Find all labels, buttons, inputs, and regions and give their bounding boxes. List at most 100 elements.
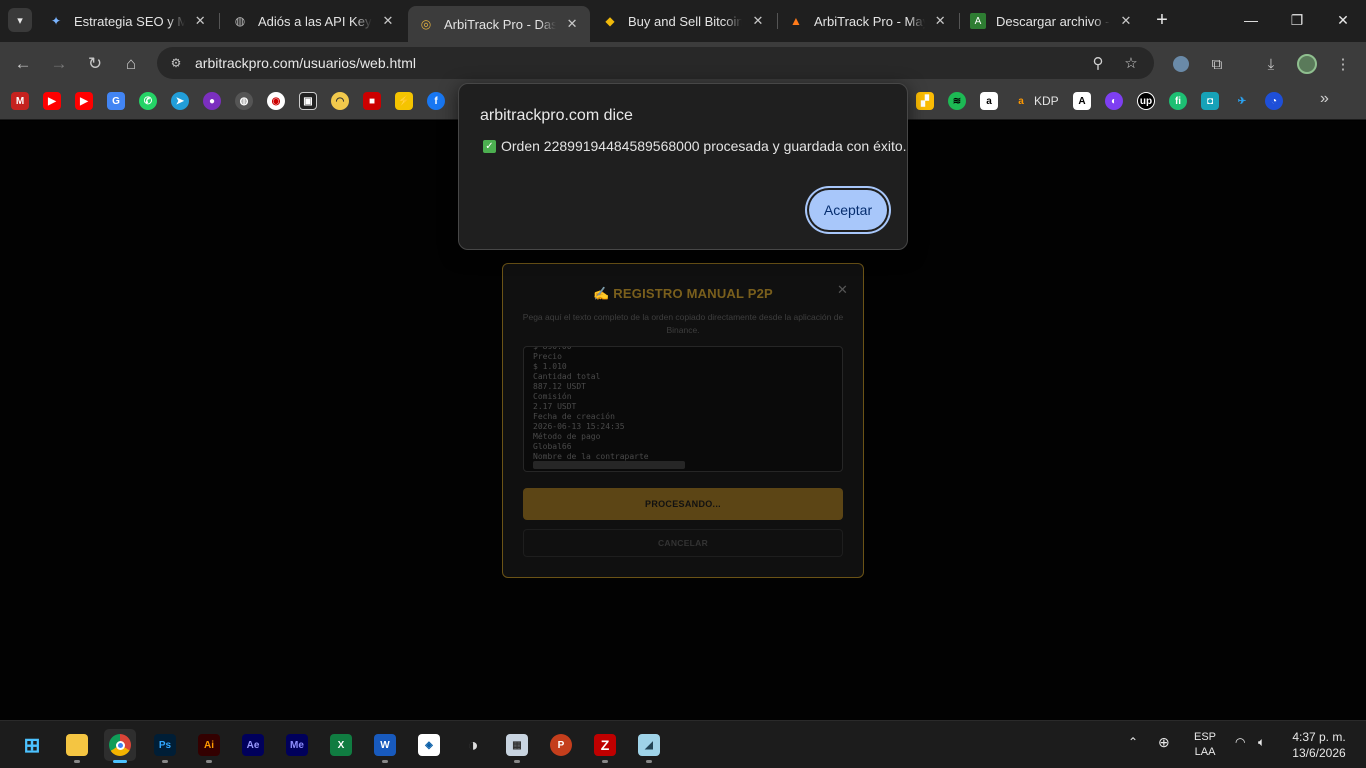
app-blue-icon: ◈ — [418, 734, 440, 756]
tab-binance[interactable]: ◆ Buy and Sell Bitcoin on ✕ — [592, 6, 776, 36]
taskbar-calculator[interactable]: ▦ — [501, 729, 533, 763]
taskbar-word[interactable]: W — [369, 729, 401, 763]
clock-time: 4:37 p. m. — [1292, 730, 1346, 744]
site-info-icon[interactable]: ⚙ — [165, 52, 187, 74]
bookmark-a-icon[interactable]: A — [1073, 92, 1091, 110]
firebase-icon: ▲ — [790, 14, 802, 28]
close-icon[interactable]: ✕ — [193, 13, 209, 29]
bookmark-kdp-label[interactable]: KDP — [1034, 94, 1059, 108]
bookmark-yellow-icon[interactable]: ◠ — [331, 92, 349, 110]
bookmark-purple-icon[interactable]: ● — [203, 92, 221, 110]
bookmark-bird-icon[interactable]: ✈ — [1233, 92, 1251, 110]
close-icon[interactable]: ✕ — [380, 13, 396, 29]
taskbar-chrome[interactable] — [104, 729, 136, 763]
word-icon: W — [374, 734, 396, 756]
url-text[interactable]: arbitrackpro.com/usuarios/web.html — [195, 55, 416, 71]
amazon-kdp-icon[interactable]: a — [1012, 92, 1030, 110]
check-icon: ✓ — [483, 140, 496, 153]
input-language[interactable]: ESP LAA — [1194, 730, 1216, 760]
google-ads-icon[interactable]: ▞ — [916, 92, 934, 110]
new-tab-button[interactable]: + — [1150, 8, 1174, 32]
youtube-icon[interactable]: ▶ — [75, 92, 93, 110]
gmail-icon[interactable]: M — [11, 92, 29, 110]
avatar[interactable] — [1293, 50, 1321, 78]
start-button[interactable]: ⊞ — [16, 729, 48, 761]
taskbar-media-encoder[interactable]: Me — [281, 729, 313, 761]
zoom-icon[interactable]: ⚲ — [1084, 47, 1112, 79]
restore-button[interactable]: ❐ — [1274, 0, 1320, 40]
taskbar-filezilla[interactable]: Z — [589, 729, 621, 763]
clock[interactable]: 4:37 p. m. 13/6/2026 — [1286, 729, 1352, 761]
taskbar-after-effects[interactable]: Ae — [237, 729, 269, 761]
bookmark-flash-icon[interactable]: ⚡ — [395, 92, 413, 110]
download-icon[interactable]: ⤓ — [1257, 50, 1285, 78]
globe-icon: ◍ — [234, 14, 246, 28]
accept-button[interactable]: Aceptar — [809, 190, 887, 230]
taskbar-file-explorer[interactable] — [61, 729, 93, 763]
forward-arrow-icon[interactable]: → — [45, 50, 73, 78]
close-icon[interactable]: ✕ — [837, 282, 848, 298]
bookmark-violet-icon[interactable]: ◐ — [1105, 92, 1123, 110]
photoshop-icon: Ps — [154, 734, 176, 756]
bookmark-dark-icon[interactable]: ▣ — [299, 92, 317, 110]
taskbar-illustrator[interactable]: Ai — [193, 729, 225, 763]
close-icon[interactable]: ✕ — [1118, 13, 1134, 29]
tab-estrategia-seo[interactable]: ✦ Estrategia SEO y Marketing ✕ — [38, 6, 218, 36]
globe-icon[interactable]: ◍ — [235, 92, 253, 110]
amazon-icon[interactable]: a — [980, 92, 998, 110]
back-arrow-icon[interactable]: ← — [9, 50, 37, 78]
network-settings-icon[interactable]: ⊕ — [1158, 734, 1170, 751]
tab-arbitrack-dashboard[interactable]: ◎ ArbiTrack Pro - Dashboard ✕ — [408, 6, 590, 42]
tab-arbitrack-mayor[interactable]: ▲ ArbiTrack Pro - Mayor ✕ — [778, 6, 958, 36]
bookmark-star-icon[interactable]: ☆ — [1117, 47, 1145, 79]
clock-date: 13/6/2026 — [1292, 746, 1346, 760]
extensions-puzzle-icon[interactable]: ⧉ — [1203, 50, 1231, 78]
alert-message: Orden 22899194484589568000 procesada y g… — [501, 138, 907, 154]
bookmark-red-icon[interactable]: ◉ — [267, 92, 285, 110]
chevron-up-icon[interactable]: ⌃ — [1128, 735, 1138, 749]
reload-icon[interactable]: ↻ — [81, 50, 109, 78]
address-bar[interactable]: ⚙ arbitrackpro.com/usuarios/web.html ⚲ ☆ — [157, 47, 1154, 79]
modal-description: Pega aquí el texto completo de la orden … — [522, 312, 844, 335]
taskbar-app-tool[interactable]: ◢ — [633, 729, 665, 763]
extension-icon[interactable] — [1167, 50, 1195, 78]
translate-icon[interactable]: G — [107, 92, 125, 110]
tab-api-keys[interactable]: ◍ Adiós a las API Keys: A ✕ — [222, 6, 406, 36]
binance-icon: ◆ — [605, 14, 615, 28]
telegram-icon[interactable]: ➤ — [171, 92, 189, 110]
taskbar-app-globe[interactable]: ◑ — [457, 729, 489, 761]
tab-descargar-archivo[interactable]: A Descargar archivo - la ✕ — [960, 6, 1144, 36]
bookmark-teal-icon[interactable]: ◘ — [1201, 92, 1219, 110]
youtube-icon[interactable]: ▶ — [43, 92, 61, 110]
chevron-right-icon[interactable]: » — [1320, 90, 1329, 108]
bookmark-blue-icon[interactable]: ◔ — [1265, 92, 1283, 110]
folder-icon — [66, 734, 88, 756]
taskbar-excel[interactable]: X — [325, 729, 357, 761]
tool-icon: ◢ — [638, 734, 660, 756]
spotify-icon[interactable]: ≋ — [948, 92, 966, 110]
taskbar-photoshop[interactable]: Ps — [149, 729, 181, 763]
wifi-icon[interactable]: ◠ — [1235, 735, 1245, 749]
tab-title: Buy and Sell Bitcoin on — [628, 13, 742, 29]
menu-kebab-icon[interactable]: ⋮ — [1329, 50, 1357, 78]
close-icon[interactable]: ✕ — [933, 13, 949, 29]
tab-title: Adiós a las API Keys: A — [258, 13, 372, 29]
facebook-icon[interactable]: f — [427, 92, 445, 110]
close-window-button[interactable]: ✕ — [1320, 0, 1366, 40]
minimize-button[interactable]: — — [1228, 0, 1274, 40]
tab-search-button[interactable]: ▾ — [8, 8, 32, 32]
fiverr-icon[interactable]: fi — [1169, 92, 1187, 110]
home-icon[interactable]: ⌂ — [117, 50, 145, 78]
taskbar-app-blue[interactable]: ◈ — [413, 729, 445, 761]
taskbar-powerpoint[interactable]: P — [545, 729, 577, 761]
bookmark-red-square-icon[interactable]: ■ — [363, 92, 381, 110]
cancel-button[interactable]: CANCELAR — [523, 529, 843, 557]
volume-icon[interactable]: 🔈︎ — [1258, 735, 1265, 750]
close-icon[interactable]: ✕ — [564, 16, 580, 32]
processing-button[interactable]: PROCESANDO... — [523, 488, 843, 520]
close-icon[interactable]: ✕ — [750, 13, 766, 29]
order-textarea[interactable]: $ 890.00 Precio $ 1.010 Cantidad total 8… — [523, 346, 843, 472]
upwork-icon[interactable]: up — [1137, 92, 1155, 110]
whatsapp-icon[interactable]: ✆ — [139, 92, 157, 110]
tab-title: ArbiTrack Pro - Dashboard — [444, 16, 557, 32]
